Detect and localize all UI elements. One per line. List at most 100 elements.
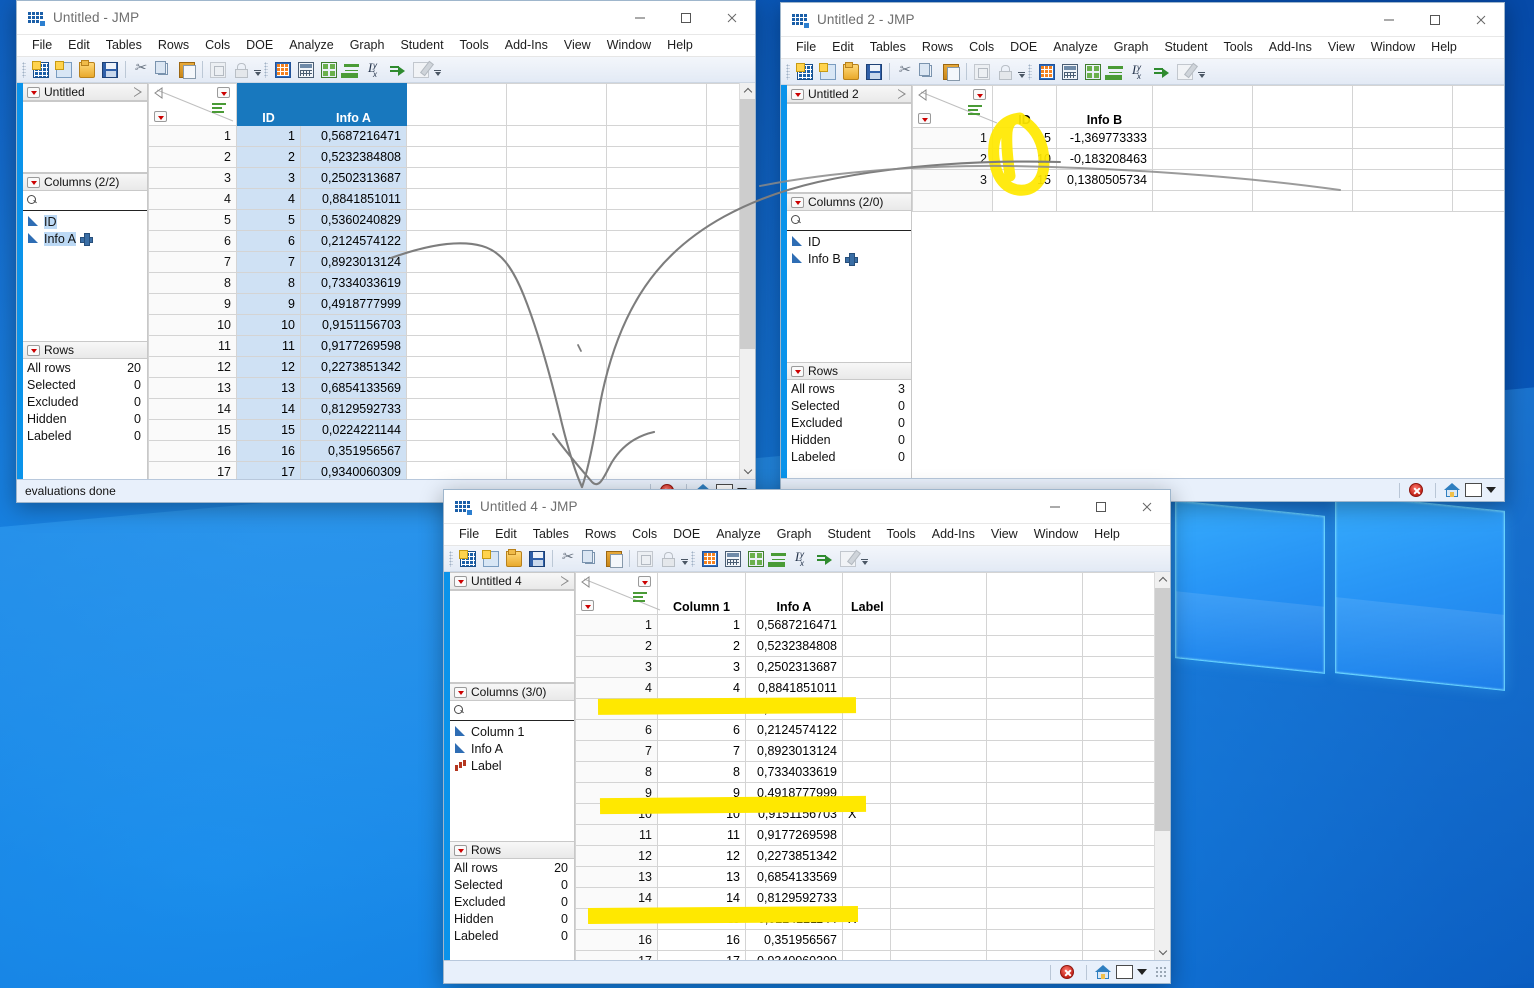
menu-addins[interactable]: Add-Ins <box>1261 38 1320 57</box>
cell-empty[interactable] <box>507 336 607 357</box>
cell-column-1[interactable]: 12 <box>658 846 746 867</box>
grid-corner-cell[interactable] <box>149 84 237 126</box>
cell-empty[interactable] <box>891 699 987 720</box>
chevron-down-icon[interactable] <box>1137 969 1147 975</box>
table-row[interactable]: 210-0,183208463 <box>913 149 1505 170</box>
cell-info-a[interactable]: 0,9340060309 <box>301 462 407 480</box>
scroll-up-button[interactable] <box>740 83 755 99</box>
data-grid-area[interactable]: Column 1 Info A Label 110,5687216471 220… <box>575 572 1170 960</box>
cell-empty[interactable] <box>987 825 1083 846</box>
cell-column-1[interactable]: 8 <box>658 762 746 783</box>
cell-id[interactable]: 11 <box>237 336 301 357</box>
cell-empty[interactable] <box>891 804 987 825</box>
column-header-column-1[interactable]: Column 1 <box>658 573 746 615</box>
cell-empty[interactable] <box>507 315 607 336</box>
columns-search-row[interactable] <box>23 191 147 211</box>
menu-edit[interactable]: Edit <box>487 525 525 544</box>
new-script-icon[interactable] <box>53 59 75 81</box>
fit-y-by-x-icon[interactable] <box>364 59 386 81</box>
toolbar[interactable] <box>17 57 755 83</box>
cell-empty[interactable] <box>607 378 707 399</box>
cell-info-a[interactable]: 0,0224221144 <box>301 420 407 441</box>
cell-empty[interactable] <box>891 657 987 678</box>
cell-id[interactable]: 1 <box>237 126 301 147</box>
new-script-icon[interactable] <box>817 61 839 83</box>
row-number[interactable]: 10 <box>149 315 237 336</box>
columns-panel-header[interactable]: Columns (2/0) <box>787 193 911 211</box>
cell-empty[interactable] <box>707 315 740 336</box>
cell-empty[interactable] <box>1083 741 1155 762</box>
distribution-icon[interactable] <box>341 59 363 81</box>
menu-doe[interactable]: DOE <box>665 525 708 544</box>
cell-empty[interactable] <box>891 825 987 846</box>
cell-empty[interactable] <box>707 189 740 210</box>
table-row[interactable]: 990,4918777999 <box>576 783 1155 804</box>
row-number[interactable]: 13 <box>576 867 658 888</box>
row-number[interactable]: 4 <box>576 678 658 699</box>
open-file-icon[interactable] <box>840 61 862 83</box>
cell-id[interactable]: 7 <box>237 252 301 273</box>
cell-empty[interactable] <box>1083 909 1155 930</box>
menu-view[interactable]: View <box>556 36 599 55</box>
cell-info-a[interactable]: 0,6854133569 <box>746 867 843 888</box>
row-number[interactable]: 7 <box>576 741 658 762</box>
home-icon[interactable] <box>1442 481 1462 499</box>
cell-info-a[interactable]: 0,5687216471 <box>301 126 407 147</box>
cell-id[interactable]: 10 <box>237 315 301 336</box>
toolbar-grip[interactable] <box>691 551 695 567</box>
maximize-button[interactable] <box>1412 3 1458 36</box>
table-row[interactable]: 11110,9177269598 <box>149 336 740 357</box>
menu-graph[interactable]: Graph <box>769 525 820 544</box>
cell-empty[interactable] <box>607 294 707 315</box>
cell-column-1[interactable]: 2 <box>658 636 746 657</box>
cell-empty[interactable] <box>987 720 1083 741</box>
cell-empty[interactable] <box>891 846 987 867</box>
cell-empty[interactable] <box>407 147 507 168</box>
save-file-icon[interactable] <box>863 61 885 83</box>
scroll-down-button[interactable] <box>1155 944 1170 960</box>
grid-corner-cell[interactable] <box>913 86 993 128</box>
cell-empty[interactable] <box>407 462 507 480</box>
menu-cols[interactable]: Cols <box>961 38 1002 57</box>
cell-info-a[interactable]: 0,8129592733 <box>746 888 843 909</box>
cell-empty[interactable] <box>987 615 1083 636</box>
cell-label[interactable] <box>843 636 891 657</box>
minimize-button[interactable] <box>1032 490 1078 523</box>
cell-empty[interactable] <box>1083 930 1155 951</box>
cell-empty[interactable] <box>987 636 1083 657</box>
undo-icon[interactable] <box>207 59 229 81</box>
close-button[interactable] <box>709 1 755 34</box>
column-header-label[interactable]: Label <box>843 573 891 615</box>
column-list-item-id[interactable]: ID <box>27 213 147 230</box>
menu-rows[interactable]: Rows <box>577 525 624 544</box>
table-panel-header[interactable]: Untitled 2 <box>787 85 911 103</box>
table-row[interactable]: 880,7334033619 <box>576 762 1155 783</box>
data-table-icon[interactable] <box>1036 61 1058 83</box>
arrow-run-icon[interactable] <box>814 548 836 570</box>
cell-empty[interactable] <box>987 804 1083 825</box>
cell-info-a[interactable]: 0,4918777999 <box>746 783 843 804</box>
data-table-body[interactable]: 110,5687216471 220,5232384808 330,250231… <box>149 126 740 480</box>
cell-id[interactable]: 3 <box>237 168 301 189</box>
cell-empty[interactable] <box>1083 636 1155 657</box>
table-row[interactable]: 110,5687216471 <box>576 615 1155 636</box>
cell-empty[interactable] <box>707 399 740 420</box>
cell-empty[interactable] <box>1453 170 1505 191</box>
columns-search-row[interactable] <box>450 701 574 721</box>
toolbar-grip[interactable] <box>22 62 26 78</box>
row-number[interactable]: 2 <box>576 636 658 657</box>
grid-corner-cell[interactable] <box>576 573 658 615</box>
menu-student[interactable]: Student <box>392 36 451 55</box>
row-number[interactable]: 1 <box>913 128 993 149</box>
row-number[interactable]: 6 <box>576 720 658 741</box>
row-number[interactable]: 14 <box>576 888 658 909</box>
cell-column-1[interactable]: 1 <box>658 615 746 636</box>
scroll-up-button[interactable] <box>1155 572 1170 588</box>
menu-bar[interactable]: File Edit Tables Rows Cols DOE Analyze G… <box>781 37 1504 59</box>
cell-empty[interactable] <box>607 252 707 273</box>
cell-info-a[interactable]: 0,5232384808 <box>746 636 843 657</box>
new-data-table-icon[interactable] <box>30 59 52 81</box>
cell-empty[interactable] <box>507 294 607 315</box>
new-script-icon[interactable] <box>480 548 502 570</box>
cell-column-1[interactable]: 11 <box>658 825 746 846</box>
